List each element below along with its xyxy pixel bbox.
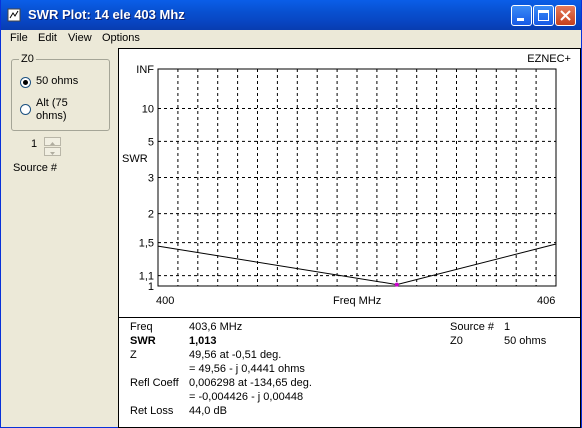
menu-options[interactable]: Options: [102, 32, 140, 44]
x-start-label: 400: [156, 295, 174, 307]
freq-label: Freq: [130, 321, 153, 333]
spin-down-button[interactable]: [44, 147, 61, 156]
ret-loss-value: 44,0 dB: [189, 405, 227, 417]
app-icon: [7, 8, 21, 22]
radio-50-ohms-label: 50 ohms: [36, 75, 79, 87]
swr-value: 1,013: [189, 335, 217, 347]
z-value-rect: = 49,56 - j 0,4441 ohms: [189, 363, 305, 375]
menu-bar: File Edit View Options: [1, 30, 581, 48]
refl-coeff-polar: 0,006298 at -134,65 deg.: [189, 377, 312, 389]
info-source-label: Source #: [450, 321, 495, 333]
y-axis-label: SWR: [122, 153, 148, 165]
y-tick-label: 2: [148, 209, 154, 221]
y-tick-label: INF: [136, 64, 154, 76]
z-label: Z: [130, 349, 137, 361]
source-label: Source #: [13, 162, 58, 174]
y-tick-labels: INF105321,51,11: [136, 64, 154, 293]
left-panel: Z0 50 ohms Alt (75 ohms) 1 Source #: [1, 48, 118, 427]
x-end-label: 406: [537, 295, 555, 307]
z-value-polar: 49,56 at -0,51 deg.: [189, 349, 282, 361]
window-title: SWR Plot: 14 ele 403 Mhz: [28, 7, 185, 22]
info-z0-value: 50 ohms: [504, 335, 547, 347]
swr-label: SWR: [130, 335, 156, 347]
radio-button-unchecked[interactable]: [20, 104, 31, 115]
menu-edit[interactable]: Edit: [38, 32, 57, 44]
title-bar[interactable]: SWR Plot: 14 ele 403 Mhz: [1, 0, 581, 30]
y-tick-label: 5: [148, 136, 154, 148]
close-button[interactable]: [555, 5, 576, 26]
info-source-value: 1: [504, 321, 511, 333]
info-panel: Freq 403,6 MHz SWR 1,013 Z 49,56 at -0,5…: [118, 318, 581, 428]
chart-grid: [158, 69, 556, 286]
refl-coeff-label: Refl Coeff: [130, 377, 179, 389]
arrow-up-icon: [50, 142, 55, 145]
menu-file[interactable]: File: [10, 32, 28, 44]
maximize-button[interactable]: [533, 5, 554, 26]
swr-plot-area: EZNEC+ INF 10 5 3 2 1,5 1,1 1 SWR 400 Freq MHz …: [118, 48, 581, 318]
minimize-button[interactable]: [511, 5, 532, 26]
radio-button-checked[interactable]: [20, 77, 31, 88]
z0-group-label: Z0: [19, 53, 36, 65]
spin-up-button[interactable]: [44, 137, 61, 146]
radio-alt-ohms-label: Alt (75 ohms): [36, 97, 68, 122]
y-tick-label: 1,5: [139, 238, 154, 250]
z0-groupbox: Z0 50 ohms Alt (75 ohms): [11, 53, 110, 131]
radio-50-ohms[interactable]: 50 ohms: [20, 75, 78, 88]
arrow-down-icon: [50, 152, 55, 155]
y-tick-label: 10: [142, 103, 154, 115]
swr-minimum-marker: [394, 282, 399, 287]
menu-view[interactable]: View: [68, 32, 92, 44]
minimize-icon: [517, 18, 524, 21]
y-tick-label: 1: [148, 281, 154, 293]
radio-alt-ohms[interactable]: Alt (75 ohms): [20, 97, 100, 123]
swr-chart: INF105321,51,11 SWR 400 Freq MHz 406: [122, 64, 557, 307]
x-axis-label: Freq MHz: [333, 295, 381, 307]
ret-loss-label: Ret Loss: [130, 405, 174, 417]
y-tick-label: 3: [148, 173, 154, 185]
source-number-value: 1: [31, 138, 38, 150]
swr-plot-window: SWR Plot: 14 ele 403 Mhz File Edit View …: [0, 0, 582, 428]
refl-coeff-rect: = -0,004426 - j 0,00448: [189, 391, 304, 403]
info-z0-label: Z0: [450, 335, 463, 347]
close-icon: [560, 10, 571, 21]
maximize-icon: [538, 10, 549, 21]
source-spinner[interactable]: [44, 137, 61, 156]
freq-value: 403,6 MHz: [189, 321, 243, 333]
